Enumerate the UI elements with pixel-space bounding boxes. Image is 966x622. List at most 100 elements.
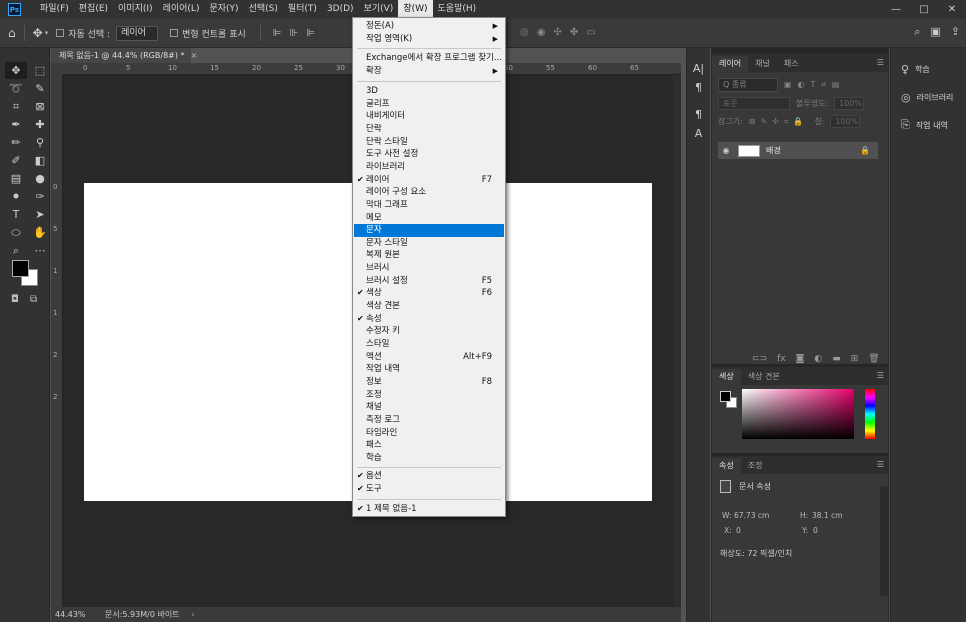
shape-tool[interactable]: ⬭ <box>5 224 27 241</box>
tab-paths[interactable]: 패스 <box>777 56 806 72</box>
paragraph-styles-icon[interactable]: ¶ <box>687 108 710 121</box>
libraries-item[interactable]: ◎ 라이브러리 <box>891 84 966 110</box>
menu-item-window-panel[interactable]: 복제 원본 <box>354 249 504 262</box>
history-brush-tool[interactable]: ✐ <box>5 152 27 169</box>
3d-scale-icon[interactable]: ▭ <box>586 27 595 38</box>
menu-item-options[interactable]: ✔ 옵션 <box>354 470 504 483</box>
menu-item-window-panel[interactable]: 정보 F8 <box>354 376 504 389</box>
menu-item-window-panel[interactable]: 학습 <box>354 452 504 465</box>
mask-icon[interactable]: ◙ <box>796 354 805 364</box>
tab-color[interactable]: 색상 <box>712 369 741 385</box>
zoom-tool[interactable]: ⌕ <box>5 242 27 259</box>
close-tab-icon[interactable]: × <box>191 51 198 60</box>
align-left-icon[interactable]: ⊫ <box>273 28 282 39</box>
lock-icon[interactable]: 🔒 <box>860 146 870 155</box>
chevron-down-icon[interactable]: ▾ <box>45 29 49 37</box>
menu-item-window-panel[interactable]: 스타일 <box>354 338 504 351</box>
fx-icon[interactable]: fx <box>777 354 786 364</box>
crop-tool[interactable]: ⌗ <box>5 98 27 115</box>
menu-item-window-panel[interactable]: 문자 <box>354 224 504 237</box>
3d-pan-icon[interactable]: ✣ <box>553 27 561 38</box>
new-layer-icon[interactable]: ⊞ <box>851 354 859 364</box>
menu-image[interactable]: 이미지(I) <box>113 0 158 19</box>
menu-item-window-panel[interactable]: 도구 사전 설정 <box>354 148 504 161</box>
maximize-button[interactable]: □ <box>910 0 938 19</box>
vertical-scrollbar[interactable] <box>673 75 681 607</box>
align-center-icon[interactable]: ⊪ <box>289 28 298 39</box>
transform-controls-checkbox[interactable] <box>170 29 179 37</box>
quick-select-tool[interactable]: ✎ <box>29 80 51 97</box>
blur-tool[interactable]: ● <box>29 170 51 187</box>
chevron-right-icon[interactable]: › <box>192 610 195 619</box>
link-icon[interactable]: ⊂⊃ <box>752 354 767 364</box>
frame-tool[interactable]: ⊠ <box>29 98 51 115</box>
menu-item-window-panel[interactable]: 라이브러리 <box>354 161 504 174</box>
align-right-icon[interactable]: ⊫ <box>306 28 315 39</box>
auto-select-checkbox[interactable] <box>56 29 65 37</box>
paragraph-panel-icon[interactable]: ¶ <box>687 81 710 94</box>
3d-slide-icon[interactable]: ✤ <box>570 27 578 38</box>
width-value[interactable]: 67.73 cm <box>734 511 769 520</box>
tab-properties[interactable]: 속성 <box>712 458 741 474</box>
auto-select-dropdown[interactable]: 레이어 <box>116 25 159 41</box>
menu-item-window-panel[interactable]: 막대 그래프 <box>354 199 504 212</box>
layer-filter-select[interactable]: Q 종류 <box>718 78 778 92</box>
minimize-button[interactable]: — <box>882 0 910 19</box>
menu-item-window-panel[interactable]: 3D <box>354 85 504 98</box>
menu-type[interactable]: 문자(Y) <box>204 0 243 19</box>
lasso-tool[interactable]: ➰ <box>5 80 27 97</box>
panel-menu-icon[interactable]: ☰ <box>877 371 884 380</box>
menu-item-window-panel[interactable]: 단락 <box>354 123 504 136</box>
menu-item-window-panel[interactable]: ✔ 속성 <box>354 313 504 326</box>
3d-orbit-icon[interactable]: ◎ <box>520 27 529 38</box>
vertical-ruler[interactable]: 0 5 1 1 2 2 <box>51 75 63 607</box>
dodge-tool[interactable]: ⚫ <box>5 188 27 205</box>
menu-file[interactable]: 파일(F) <box>35 0 74 19</box>
screen-mode-icon[interactable]: ⧉ <box>30 294 37 305</box>
menu-item-extensions[interactable]: 확장 ▶ <box>354 65 504 78</box>
menu-item-window-panel[interactable]: 메모 <box>354 212 504 225</box>
menu-item-window-panel[interactable]: 브러시 <box>354 262 504 275</box>
type-tool[interactable]: T <box>5 206 27 223</box>
menu-layer[interactable]: 레이어(L) <box>158 0 205 19</box>
hand-tool[interactable]: ✋ <box>29 224 51 241</box>
menu-filter[interactable]: 필터(T) <box>283 0 322 19</box>
layer-row[interactable]: ◉ 배경 🔒 <box>718 142 878 159</box>
fill-input[interactable]: 100% <box>830 115 861 128</box>
menu-item-window-panel[interactable]: 패스 <box>354 439 504 452</box>
share-icon[interactable]: ⇪ <box>951 25 960 39</box>
menu-item-window-panel[interactable]: 조정 <box>354 389 504 402</box>
menu-item-window-panel[interactable]: ✔ 색상 F6 <box>354 287 504 300</box>
menu-item-find-extensions[interactable]: Exchange에서 확장 프로그램 찾기... <box>354 52 504 65</box>
adjustment-icon[interactable]: ◐ <box>814 354 822 364</box>
3d-roll-icon[interactable]: ◉ <box>537 27 546 38</box>
search-icon[interactable]: ⌕ <box>914 25 920 39</box>
eyedropper-tool[interactable]: ✒ <box>5 116 27 133</box>
quick-mask-icon[interactable]: ◘ <box>11 294 19 305</box>
hue-slider[interactable] <box>865 389 875 439</box>
move-tool[interactable]: ✥ <box>5 62 27 79</box>
home-icon[interactable]: ⌂ <box>8 26 16 40</box>
menu-item-arrange[interactable]: 정돈(A) ▶ <box>354 20 504 33</box>
character-styles-icon[interactable]: A <box>687 127 710 140</box>
more-tools[interactable]: ⋯ <box>29 242 51 259</box>
workspace-icon[interactable]: ▣ <box>930 25 940 39</box>
zoom-level[interactable]: 44.43% <box>51 610 99 619</box>
height-value[interactable]: 38.1 cm <box>812 511 843 520</box>
foreground-color[interactable] <box>12 260 29 277</box>
menu-item-window-panel[interactable]: 레이어 구성 요소 <box>354 186 504 199</box>
color-swatches[interactable] <box>12 260 42 290</box>
path-select-tool[interactable]: ➤ <box>29 206 51 223</box>
x-value[interactable]: 0 <box>736 526 741 535</box>
opacity-input[interactable]: 100% <box>834 97 865 110</box>
filter-icons[interactable]: ▣◐T⌗▤ <box>784 80 846 90</box>
folder-icon[interactable]: ▬ <box>832 354 841 364</box>
history-item[interactable]: ⎘ 작업 내역 <box>891 112 966 138</box>
tab-channels[interactable]: 채널 <box>748 56 777 72</box>
marquee-tool[interactable]: ⬚ <box>29 62 51 79</box>
menu-item-window-panel[interactable]: 타임라인 <box>354 427 504 440</box>
menu-item-window-panel[interactable]: 채널 <box>354 401 504 414</box>
tab-adjustments[interactable]: 조정 <box>741 458 770 474</box>
stamp-tool[interactable]: ⚲ <box>29 134 51 151</box>
lock-icons[interactable]: ⊠✎✣⌗🔒 <box>749 117 809 127</box>
